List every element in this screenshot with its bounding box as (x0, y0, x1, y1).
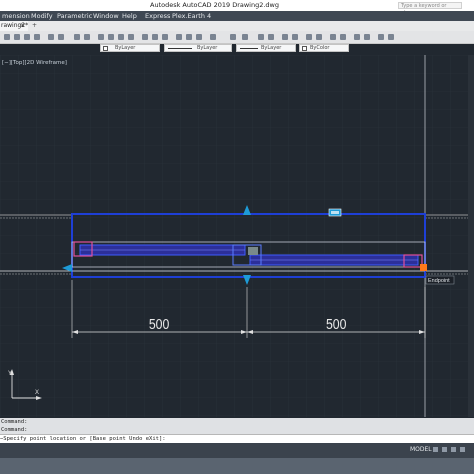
menu-bar: mension Modify Parametric Window Help Ex… (0, 11, 474, 21)
linetype-dropdown[interactable]: ByLayer (164, 44, 232, 52)
tool-icon[interactable] (282, 34, 288, 40)
linetype-preview-icon (168, 48, 192, 49)
search-input[interactable]: Type a keyword or phrase (398, 2, 462, 16)
vertical-scrollbar[interactable] (468, 55, 474, 417)
tool-icon[interactable] (292, 34, 298, 40)
color-dropdown[interactable]: ByLayer (100, 44, 160, 52)
grid-icon[interactable] (433, 447, 438, 452)
close-tab-icon[interactable]: × (20, 21, 25, 31)
command-line-input[interactable]: −Specify point location or [Base point U… (0, 434, 474, 443)
tool-icon[interactable] (176, 34, 182, 40)
menu-parametric[interactable]: Parametric (57, 12, 92, 20)
tool-icon[interactable] (98, 34, 104, 40)
osnap-tooltip-text: Endpoint (428, 278, 450, 284)
tool-icon[interactable] (196, 34, 202, 40)
tool-icon[interactable] (128, 34, 134, 40)
quick-toolbar (0, 21, 474, 31)
viewport-controls[interactable]: [−][Top][2D Wireframe] (2, 60, 67, 66)
tool-icon[interactable] (118, 34, 124, 40)
tool-icon[interactable] (48, 34, 54, 40)
menu-modify[interactable]: Modify (31, 12, 53, 20)
tool-icon[interactable] (258, 34, 264, 40)
snap-icon[interactable] (442, 447, 447, 452)
tool-icon[interactable] (24, 34, 30, 40)
tool-icon[interactable] (34, 34, 40, 40)
ucs-y-label: Y (8, 371, 12, 377)
document-tab[interactable]: rawing2* × + (0, 21, 37, 31)
window-title: Autodesk AutoCAD 2019 Drawing2.dwg (150, 1, 279, 9)
tool-icon[interactable] (388, 34, 394, 40)
tool-icon[interactable] (210, 34, 216, 40)
tool-icon[interactable] (152, 34, 158, 40)
dimension-text-left: 500 (149, 316, 170, 332)
tool-icon[interactable] (142, 34, 148, 40)
standard-toolbar (0, 31, 474, 44)
lineweight-dropdown[interactable]: ByLayer (236, 44, 296, 52)
ucs-x-label: X (35, 390, 39, 396)
tool-icon[interactable] (330, 34, 336, 40)
tool-icon[interactable] (364, 34, 370, 40)
command-history-line: Command: (0, 418, 474, 426)
polar-icon[interactable] (460, 447, 465, 452)
command-history-line: Command: (0, 426, 474, 434)
tool-icon[interactable] (58, 34, 64, 40)
model-tab[interactable]: MODEL (410, 446, 432, 453)
tool-icon[interactable] (108, 34, 114, 40)
hot-grip[interactable] (420, 264, 427, 271)
tool-icon[interactable] (84, 34, 90, 40)
tool-icon[interactable] (340, 34, 346, 40)
taskbar-strip (0, 458, 474, 474)
ortho-icon[interactable] (451, 447, 456, 452)
menu-plex-earth[interactable]: Plex.Earth 4 (172, 12, 211, 20)
dimension-text-right: 500 (326, 316, 347, 332)
tool-icon[interactable] (14, 34, 20, 40)
tool-icon[interactable] (162, 34, 168, 40)
color-value: ByLayer (115, 45, 136, 51)
tool-icon[interactable] (268, 34, 274, 40)
undo-icon[interactable] (230, 34, 236, 40)
menu-express[interactable]: Express (145, 12, 170, 20)
plotstyle-value: ByColor (310, 45, 330, 51)
tool-icon[interactable] (74, 34, 80, 40)
menu-help[interactable]: Help (122, 12, 137, 20)
drawing-canvas[interactable]: 500 500 Endpoint Y X (0, 55, 474, 417)
color-swatch-icon (103, 46, 108, 51)
tool-icon[interactable] (378, 34, 384, 40)
tool-icon[interactable] (186, 34, 192, 40)
status-bar (0, 443, 474, 458)
menu-dimension[interactable]: mension (2, 12, 30, 20)
tool-icon[interactable] (316, 34, 322, 40)
menu-window[interactable]: Window (93, 12, 119, 20)
title-bar: Autodesk AutoCAD 2019 Drawing2.dwg Type … (0, 0, 474, 16)
plotstyle-swatch-icon (302, 46, 307, 51)
linetype-value: ByLayer (197, 45, 218, 51)
command-prompt-text: −Specify point location or [Base point U… (0, 436, 166, 442)
tool-icon[interactable] (4, 34, 10, 40)
plotstyle-dropdown[interactable]: ByColor (299, 44, 349, 52)
lineweight-value: ByLayer (261, 45, 282, 51)
new-tab-icon[interactable]: + (32, 21, 37, 31)
tool-icon[interactable] (306, 34, 312, 40)
redo-icon[interactable] (242, 34, 248, 40)
drawing-viewport[interactable]: 500 500 Endpoint Y X (0, 55, 474, 417)
lineweight-preview-icon (240, 48, 258, 49)
tool-icon[interactable] (354, 34, 360, 40)
